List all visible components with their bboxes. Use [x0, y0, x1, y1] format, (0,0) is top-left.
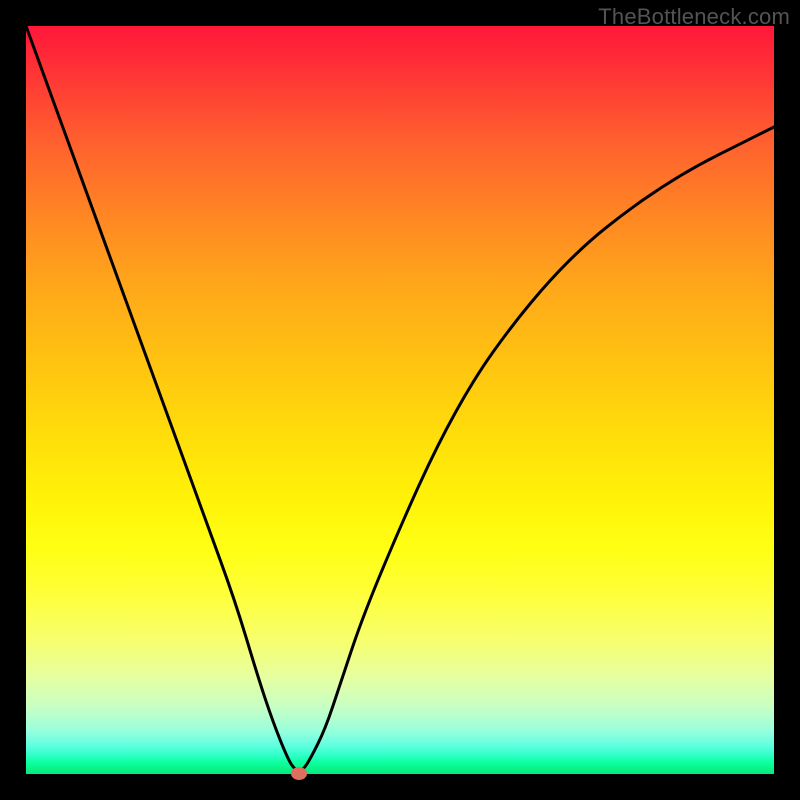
optimal-point-marker: [291, 767, 307, 780]
curve-svg: [26, 26, 774, 774]
watermark-text: TheBottleneck.com: [598, 4, 790, 30]
chart-frame: TheBottleneck.com: [0, 0, 800, 800]
bottleneck-curve-path: [26, 26, 774, 770]
plot-area: [26, 26, 774, 774]
